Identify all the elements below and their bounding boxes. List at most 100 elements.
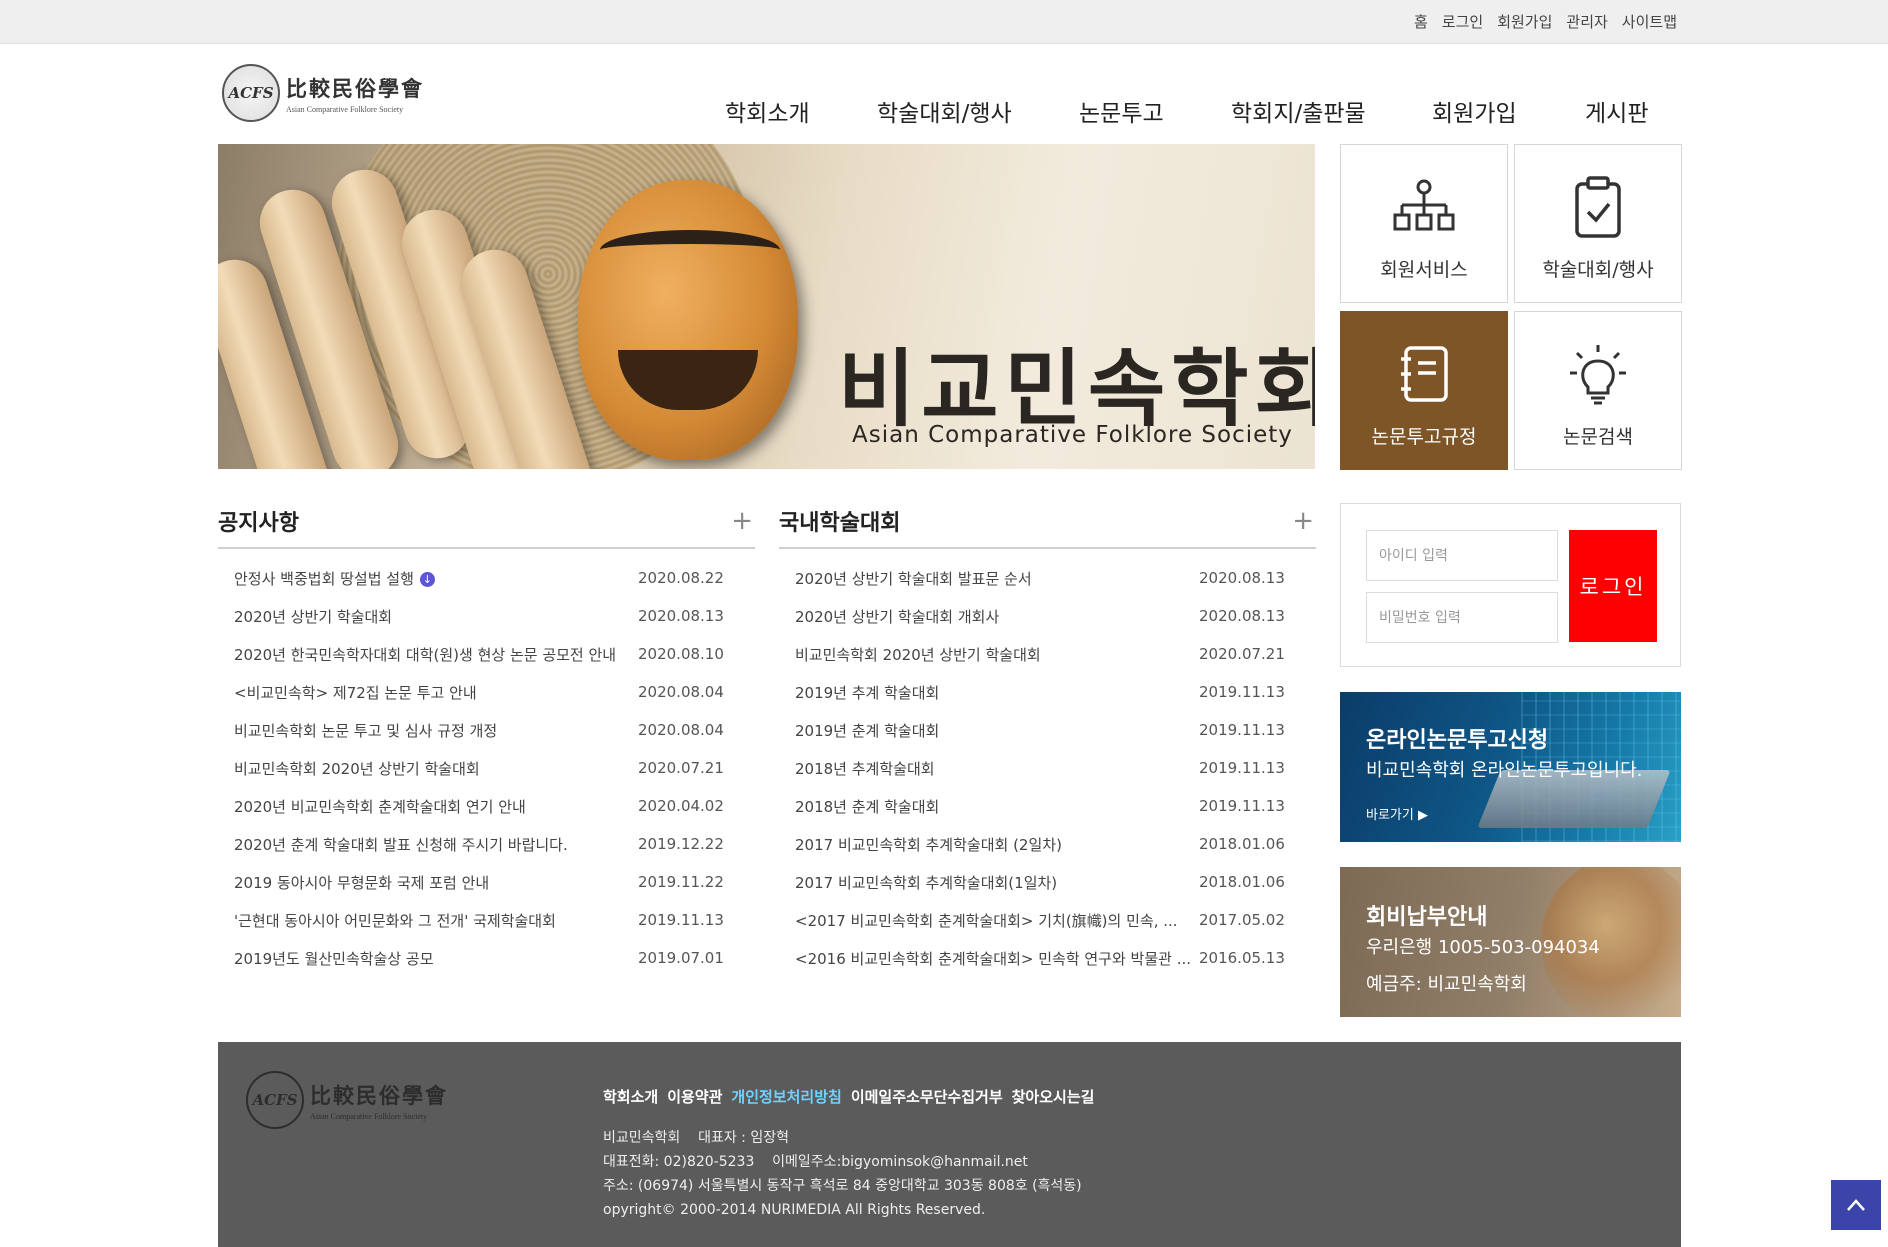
util-join-link[interactable]: 회원가입	[1497, 11, 1552, 32]
online-submission-subtitle: 비교민속학회 온라인논문투고입니다.	[1366, 760, 1643, 781]
footer-link-terms[interactable]: 이용약관	[667, 1086, 722, 1107]
conference-item-date: 2018.01.06	[1199, 873, 1285, 891]
util-login-link[interactable]: 로그인	[1442, 11, 1483, 32]
conference-item-date: 2019.11.13	[1199, 721, 1285, 739]
logo-english: Asian Comparative Folklore Society	[286, 104, 404, 114]
list-item[interactable]: 2020년 한국민속학자대회 대학(원)생 현상 논문 공모전 안내 2020.0…	[218, 635, 755, 673]
download-icon[interactable]: ↓	[419, 571, 435, 587]
list-item[interactable]: 2017 비교민속학회 추계학술대회(1일차) 2018.01.06	[779, 863, 1316, 901]
fee-account: 우리은행 1005-503-094034	[1366, 937, 1600, 958]
conference-item-title: 2019년 춘계 학술대회	[795, 721, 940, 740]
main-nav: 학회소개 학술대회/행사 논문투고 학회지/출판물 회원가입 게시판	[700, 94, 1680, 128]
online-submission-banner[interactable]: 온라인논문투고신청 비교민속학회 온라인논문투고입니다. 바로가기 ▶	[1340, 692, 1681, 842]
list-item[interactable]: 2019년도 월산민속학술상 공모 2019.07.01	[218, 939, 755, 977]
list-item[interactable]: 비교민속학회 논문 투고 및 심사 규정 개정 2020.08.04	[218, 711, 755, 749]
login-button[interactable]: 로그인	[1569, 530, 1657, 642]
util-home-link[interactable]: 홈	[1414, 11, 1428, 32]
footer-link-privacy[interactable]: 개인정보처리방침	[731, 1086, 841, 1107]
fee-holder: 예금주: 비교민속학회	[1366, 974, 1527, 995]
notice-item-title: 안정사 백중법회 땅설법 설행	[234, 569, 414, 588]
site-logo[interactable]: ACFS 比較民俗學會 Asian Comparative Folklore S…	[222, 62, 432, 124]
quick-member-service[interactable]: 회원서비스	[1340, 144, 1508, 303]
conference-item-date: 2016.05.13	[1199, 949, 1285, 967]
notice-item-title: 2019년도 월산민속학술상 공모	[234, 949, 434, 968]
notebook-icon	[1398, 342, 1450, 406]
nav-journal[interactable]: 학회지/출판물	[1231, 94, 1366, 128]
conference-more-icon[interactable]: +	[1292, 508, 1314, 534]
footer-logo-hanja: 比較民俗學會	[310, 1082, 448, 1108]
banner-subtitle: Asian Comparative Folklore Society	[852, 422, 1293, 448]
notice-title: 공지사항	[218, 511, 299, 536]
notice-more-icon[interactable]: +	[731, 508, 753, 534]
go-link[interactable]: 바로가기 ▶	[1366, 804, 1428, 823]
list-item[interactable]: '근현대 동아시아 어민문화와 그 전개' 국제학술대회 2019.11.13	[218, 901, 755, 939]
id-input[interactable]	[1366, 530, 1558, 581]
notice-item-date: 2020.08.22	[638, 569, 724, 587]
conference-item-title: 2017 비교민속학회 추계학술대회(1일차)	[795, 873, 1058, 892]
util-admin-link[interactable]: 관리자	[1566, 11, 1607, 32]
nav-submission[interactable]: 논문투고	[1079, 94, 1164, 128]
list-item[interactable]: 2019년 추계 학술대회 2019.11.13	[779, 673, 1316, 711]
list-item[interactable]: 2020년 비교민속학회 춘계학술대회 연기 안내 2020.04.02	[218, 787, 755, 825]
list-item[interactable]: 2018년 추계학술대회 2019.11.13	[779, 749, 1316, 787]
conference-item-date: 2019.11.13	[1199, 759, 1285, 777]
footer-logo: ACFS 比較民俗學會 Asian Comparative Folklore S…	[246, 1071, 448, 1129]
util-sitemap-link[interactable]: 사이트맵	[1622, 11, 1677, 32]
notice-item-title: 비교민속학회 2020년 상반기 학술대회	[234, 759, 480, 778]
nav-conference[interactable]: 학술대회/행사	[877, 94, 1012, 128]
quick-label: 논문투고규정	[1371, 426, 1477, 448]
login-box: 로그인	[1340, 503, 1681, 667]
list-item[interactable]: <2017 비교민속학회 춘계학술대회> 기치(旗幟)의 민속, ... 2017…	[779, 901, 1316, 939]
site-footer: ACFS 比較民俗學會 Asian Comparative Folklore S…	[218, 1042, 1681, 1247]
nav-about[interactable]: 학회소개	[725, 94, 810, 128]
list-item[interactable]: 2020년 춘계 학술대회 발표 신청해 주시기 바랍니다. 2019.12.22	[218, 825, 755, 863]
conference-item-date: 2018.01.06	[1199, 835, 1285, 853]
footer-link-directions[interactable]: 찾아오시는길	[1012, 1086, 1095, 1107]
conference-item-title: 2020년 상반기 학술대회 개회사	[795, 607, 1000, 626]
notice-item-title: 2020년 비교민속학회 춘계학술대회 연기 안내	[234, 797, 526, 816]
list-item[interactable]: 2020년 상반기 학술대회 발표문 순서 2020.08.13	[779, 559, 1316, 597]
notice-item-title: 2019 동아시아 무형문화 국제 포럼 안내	[234, 873, 490, 892]
quick-submission-rules[interactable]: 논문투고규정	[1340, 311, 1508, 470]
membership-fee-banner[interactable]: 회비납부안내 우리은행 1005-503-094034 예금주: 비교민속학회	[1340, 867, 1681, 1017]
conference-item-date: 2019.11.13	[1199, 797, 1285, 815]
footer-logo-english: Asian Comparative Folklore Society	[310, 1111, 428, 1121]
conference-item-title: 2019년 추계 학술대회	[795, 683, 940, 702]
password-input[interactable]	[1366, 592, 1558, 643]
list-item[interactable]: <2016 비교민속학회 춘계학술대회> 민속학 연구와 박물관 ... 2016…	[779, 939, 1316, 977]
conference-item-date: 2019.11.13	[1199, 683, 1285, 701]
notice-item-date: 2020.08.10	[638, 645, 724, 663]
list-item[interactable]: <비교민속학> 제72집 논문 투고 안내 2020.08.04	[218, 673, 755, 711]
conference-item-title: <2016 비교민속학회 춘계학술대회> 민속학 연구와 박물관 ...	[795, 949, 1192, 968]
list-item[interactable]: 비교민속학회 2020년 상반기 학술대회 2020.07.21	[218, 749, 755, 787]
lightbulb-icon	[1569, 342, 1627, 406]
conference-item-title: 2017 비교민속학회 추계학술대회 (2일차)	[795, 835, 1062, 854]
conference-item-date: 2020.08.13	[1199, 607, 1285, 625]
org-chart-icon	[1393, 175, 1455, 239]
notice-item-title: <비교민속학> 제72집 논문 투고 안내	[234, 683, 477, 702]
notice-item-date: 2020.08.13	[638, 607, 724, 625]
logo-seal-icon: ACFS	[222, 64, 280, 122]
nav-join[interactable]: 회원가입	[1432, 94, 1517, 128]
footer-link-email-policy[interactable]: 이메일주소무단수집거부	[851, 1086, 1003, 1107]
list-item[interactable]: 2020년 상반기 학술대회 2020.08.13	[218, 597, 755, 635]
conference-item-title: 2018년 추계학술대회	[795, 759, 935, 778]
list-item[interactable]: 2019년 춘계 학술대회 2019.11.13	[779, 711, 1316, 749]
quick-conference[interactable]: 학술대회/행사	[1514, 144, 1682, 303]
conference-title: 국내학술대회	[779, 511, 901, 536]
list-item[interactable]: 비교민속학회 2020년 상반기 학술대회 2020.07.21	[779, 635, 1316, 673]
top-utility-bar: 홈 로그인 회원가입 관리자 사이트맵	[0, 0, 1888, 44]
conference-item-date: 2017.05.02	[1199, 911, 1285, 929]
quick-label: 학술대회/행사	[1542, 259, 1654, 281]
nav-board[interactable]: 게시판	[1585, 94, 1648, 128]
quick-paper-search[interactable]: 논문검색	[1514, 311, 1682, 470]
scroll-top-button[interactable]	[1831, 1180, 1881, 1230]
list-item[interactable]: 2019 동아시아 무형문화 국제 포럼 안내 2019.11.22	[218, 863, 755, 901]
footer-link-about[interactable]: 학회소개	[603, 1086, 658, 1107]
list-item[interactable]: 2018년 춘계 학술대회 2019.11.13	[779, 787, 1316, 825]
list-item[interactable]: 2017 비교민속학회 추계학술대회 (2일차) 2018.01.06	[779, 825, 1316, 863]
list-item[interactable]: 안정사 백중법회 땅설법 설행 ↓ 2020.08.22	[218, 559, 755, 597]
online-submission-title: 온라인논문투고신청	[1366, 728, 1549, 753]
conference-item-title: 비교민속학회 2020년 상반기 학술대회	[795, 645, 1041, 664]
list-item[interactable]: 2020년 상반기 학술대회 개회사 2020.08.13	[779, 597, 1316, 635]
